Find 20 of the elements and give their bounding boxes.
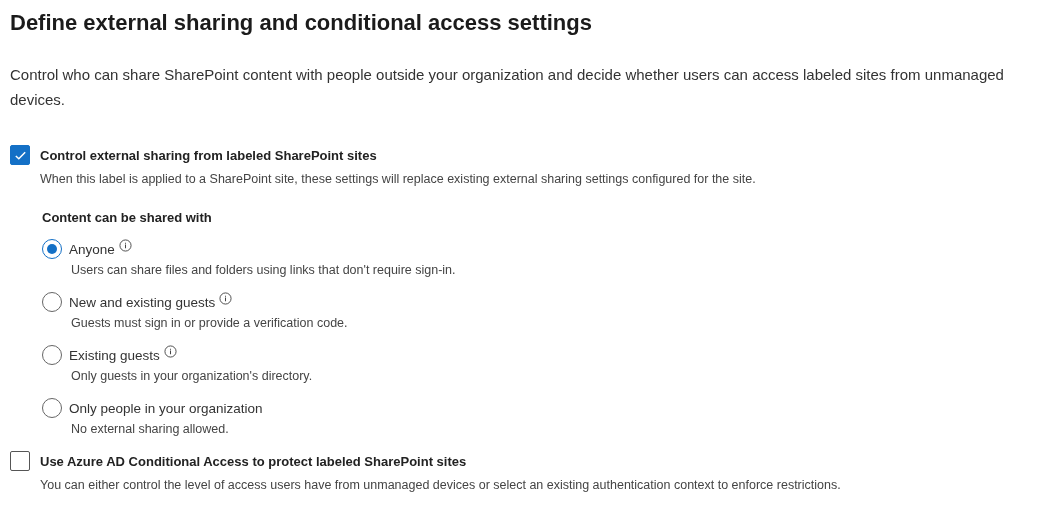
info-icon[interactable] (118, 239, 132, 252)
checkbox-label: Control external sharing from labeled SharePoint sites (40, 147, 377, 163)
option-description: Users can share files and folders using links that don't require sign-in. (71, 263, 457, 277)
page-description: Control who can share SharePoint content with people outside your organization and decide whether users can access labeled sites from unmanaged devices. (10, 65, 1005, 110)
page-title: Define external sharing and conditional access settings (10, 10, 593, 36)
checkbox-label: Use Azure AD Conditional Access to protect labeled SharePoint sites (40, 453, 467, 469)
info-icon[interactable] (219, 292, 233, 305)
radio-label: Only people in your organization (69, 400, 263, 416)
radio-label: New and existing guests (69, 294, 216, 310)
setting-description: You can either control the level of access users have from unmanaged devices or select an existing authentication context to enforce restrictions. (40, 478, 842, 492)
radio-label: Anyone (69, 241, 115, 257)
checkbox[interactable] (10, 451, 30, 471)
info-icon[interactable] (163, 345, 177, 358)
checkbox[interactable] (10, 145, 30, 165)
option-description: Guests must sign in or provide a verification code. (71, 316, 349, 330)
option-description: No external sharing allowed. (71, 422, 230, 436)
option-description: Only guests in your organization's directory. (71, 369, 314, 383)
options-heading: Content can be shared with (42, 210, 213, 225)
radio-label: Existing guests (69, 347, 160, 363)
setting-description: When this label is applied to a SharePoint site, these settings will replace existing external sharing settings configured for the site. (40, 172, 757, 186)
